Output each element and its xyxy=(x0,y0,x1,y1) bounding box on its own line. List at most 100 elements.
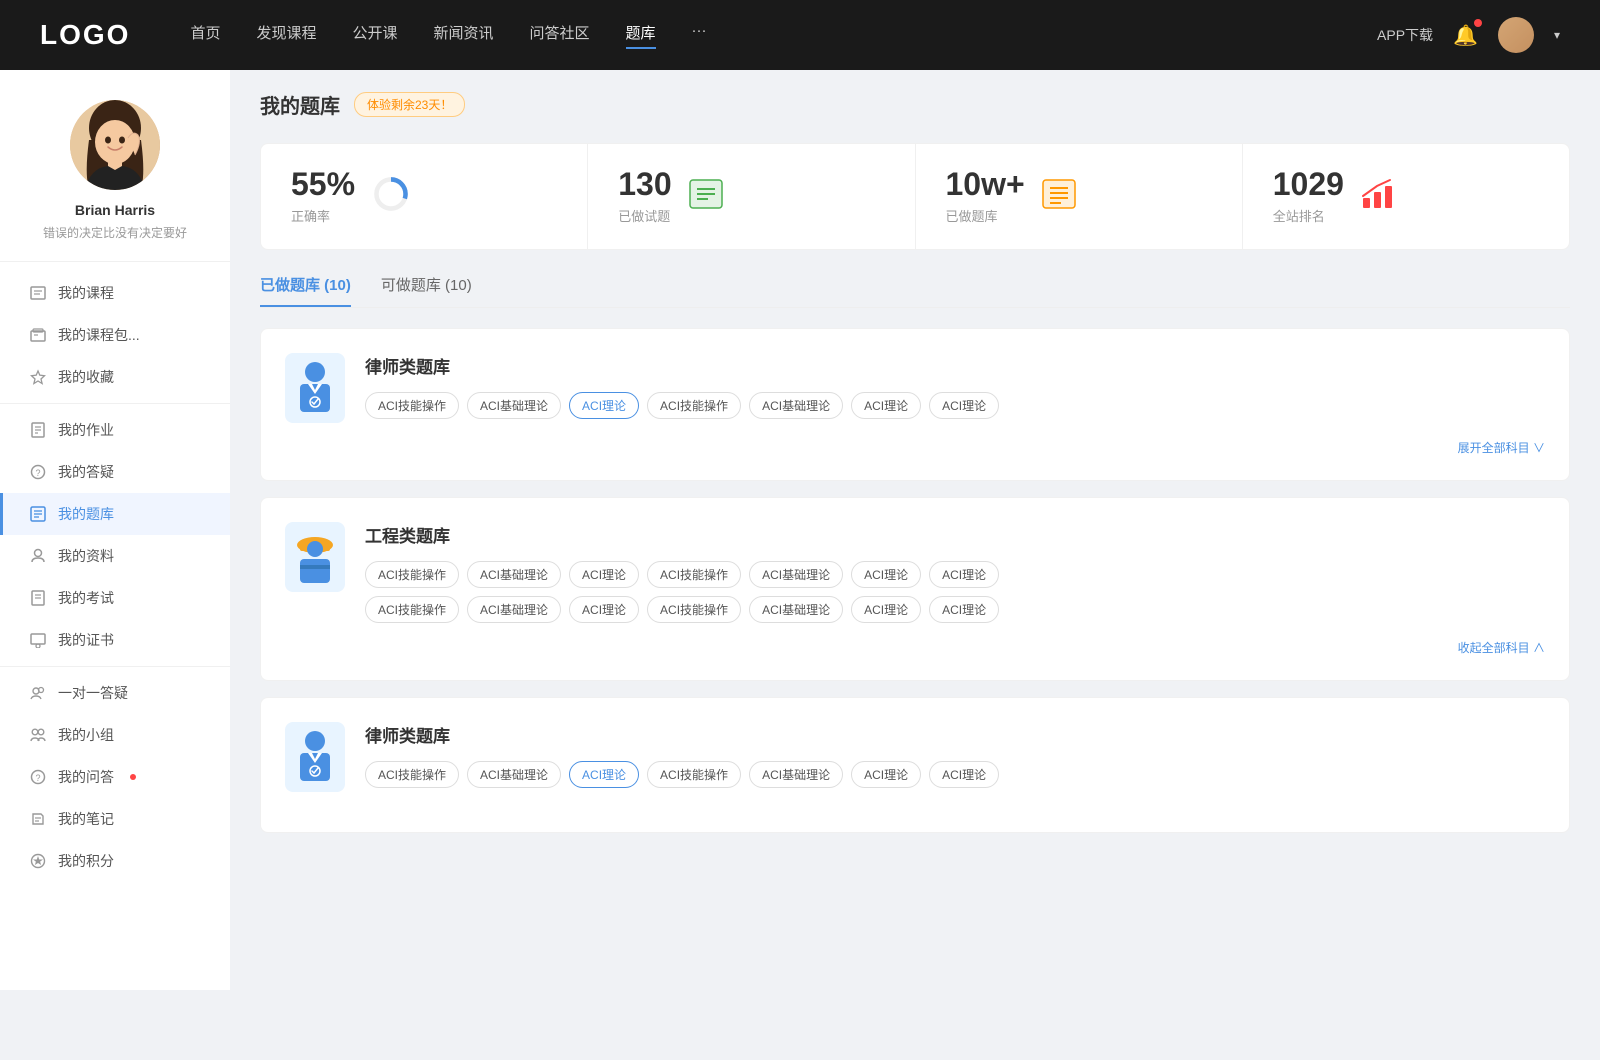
profile-avatar[interactable] xyxy=(70,100,160,190)
sidebar-item-points[interactable]: 我的积分 xyxy=(0,840,230,882)
qb-card-1-name: 律师类题库 xyxy=(365,353,1545,378)
stat-done-banks: 10w+ 已做题库 xyxy=(916,144,1243,249)
tag-1-2[interactable]: ACI基础理论 xyxy=(467,392,561,419)
page-title: 我的题库 xyxy=(260,90,340,119)
question-bank-icon xyxy=(30,506,46,522)
tag-2-13[interactable]: ACI理论 xyxy=(851,596,921,623)
sidebar-label-homework: 我的作业 xyxy=(58,420,114,440)
tag-2-2[interactable]: ACI基础理论 xyxy=(467,561,561,588)
sidebar-item-qa[interactable]: ? 我的答疑 xyxy=(0,451,230,493)
avatar-svg xyxy=(70,100,160,190)
tag-2-10[interactable]: ACI理论 xyxy=(569,596,639,623)
stat-rank-label: 全站排名 xyxy=(1273,206,1344,225)
nav-menu: 首页 发现课程 公开课 新闻资讯 问答社区 题库 ··· xyxy=(190,22,1377,49)
sidebar-item-course[interactable]: 我的课程 xyxy=(0,272,230,314)
sidebar-item-question-bank[interactable]: 我的题库 xyxy=(0,493,230,535)
tag-3-3[interactable]: ACI理论 xyxy=(569,761,639,788)
tag-2-9[interactable]: ACI基础理论 xyxy=(467,596,561,623)
sidebar-label-one-on-one: 一对一答疑 xyxy=(58,683,128,703)
nav-qa[interactable]: 问答社区 xyxy=(530,22,590,49)
sidebar: Brian Harris 错误的决定比没有决定要好 我的课程 我的课程包... xyxy=(0,70,230,990)
nav-home[interactable]: 首页 xyxy=(190,22,220,49)
tag-1-5[interactable]: ACI基础理论 xyxy=(749,392,843,419)
tag-1-6[interactable]: ACI理论 xyxy=(851,392,921,419)
homework-icon xyxy=(30,422,46,438)
tag-2-14[interactable]: ACI理论 xyxy=(929,596,999,623)
certificate-icon xyxy=(30,632,46,648)
tag-3-4[interactable]: ACI技能操作 xyxy=(647,761,741,788)
rank-icon xyxy=(1360,176,1396,217)
sidebar-item-group[interactable]: 我的小组 xyxy=(0,714,230,756)
stat-done-banks-label: 已做题库 xyxy=(946,206,1025,225)
qb-card-1-tags: ACI技能操作 ACI基础理论 ACI理论 ACI技能操作 ACI基础理论 AC… xyxy=(365,392,1545,419)
tag-1-1[interactable]: ACI技能操作 xyxy=(365,392,459,419)
tag-2-7[interactable]: ACI理论 xyxy=(929,561,999,588)
sidebar-label-exam: 我的考试 xyxy=(58,588,114,608)
qb-card-1: 律师类题库 ACI技能操作 ACI基础理论 ACI理论 ACI技能操作 ACI基… xyxy=(260,328,1570,481)
expand-link-1[interactable]: 展开全部科目 ∨ xyxy=(285,439,1545,456)
stat-done-questions-value: 130 xyxy=(618,168,671,200)
tab-available-banks[interactable]: 可做题库 (10) xyxy=(381,274,472,307)
tag-2-8[interactable]: ACI技能操作 xyxy=(365,596,459,623)
sidebar-divider-1 xyxy=(0,403,230,404)
notification-bell[interactable]: 🔔 xyxy=(1453,23,1478,48)
stat-rank-value: 1029 xyxy=(1273,168,1344,200)
avatar-chevron-icon[interactable]: ▾ xyxy=(1554,28,1560,42)
sidebar-item-exam[interactable]: 我的考试 xyxy=(0,577,230,619)
qb-header: 我的题库 体验剩余23天！ xyxy=(260,90,1570,119)
tag-2-4[interactable]: ACI技能操作 xyxy=(647,561,741,588)
bell-icon: 🔔 xyxy=(1453,25,1478,47)
qb-card-1-header: 律师类题库 ACI技能操作 ACI基础理论 ACI理论 ACI技能操作 ACI基… xyxy=(285,353,1545,423)
tag-1-7[interactable]: ACI理论 xyxy=(929,392,999,419)
sidebar-item-course-pack[interactable]: 我的课程包... xyxy=(0,314,230,356)
qb-card-2-tags-row1: ACI技能操作 ACI基础理论 ACI理论 ACI技能操作 ACI基础理论 AC… xyxy=(365,561,1545,588)
tag-3-5[interactable]: ACI基础理论 xyxy=(749,761,843,788)
sidebar-item-homework[interactable]: 我的作业 xyxy=(0,409,230,451)
tag-2-12[interactable]: ACI基础理论 xyxy=(749,596,843,623)
tag-1-3[interactable]: ACI理论 xyxy=(569,392,639,419)
app-download-link[interactable]: APP下载 xyxy=(1377,25,1433,45)
stat-accuracy-label: 正确率 xyxy=(291,206,355,225)
new-questions-dot xyxy=(130,774,136,780)
sidebar-label-group: 我的小组 xyxy=(58,725,114,745)
notes-icon xyxy=(30,811,46,827)
lawyer-icon xyxy=(290,358,340,418)
stat-rank: 1029 全站排名 xyxy=(1243,144,1569,249)
main-content: 我的题库 体验剩余23天！ 55% 正确率 xyxy=(230,70,1600,990)
collapse-link-2[interactable]: 收起全部科目 ∧ xyxy=(285,639,1545,656)
sidebar-item-profile-data[interactable]: 我的资料 xyxy=(0,535,230,577)
notification-badge xyxy=(1474,19,1482,27)
tag-2-3[interactable]: ACI理论 xyxy=(569,561,639,588)
sidebar-label-notes: 我的笔记 xyxy=(58,809,114,829)
sidebar-label-course-pack: 我的课程包... xyxy=(58,325,140,345)
sidebar-profile: Brian Harris 错误的决定比没有决定要好 xyxy=(0,100,230,262)
sidebar-item-notes[interactable]: 我的笔记 xyxy=(0,798,230,840)
sidebar-item-one-on-one[interactable]: 一对一答疑 xyxy=(0,672,230,714)
tag-3-7[interactable]: ACI理论 xyxy=(929,761,999,788)
tag-3-6[interactable]: ACI理论 xyxy=(851,761,921,788)
sidebar-item-certificate[interactable]: 我的证书 xyxy=(0,619,230,661)
sidebar-label-question-bank: 我的题库 xyxy=(58,504,114,524)
nav-news[interactable]: 新闻资讯 xyxy=(434,22,494,49)
tag-2-5[interactable]: ACI基础理论 xyxy=(749,561,843,588)
tab-done-banks[interactable]: 已做题库 (10) xyxy=(260,274,351,307)
tag-1-4[interactable]: ACI技能操作 xyxy=(647,392,741,419)
qb-card-1-icon-wrap xyxy=(285,353,345,423)
sidebar-item-my-questions[interactable]: ? 我的问答 xyxy=(0,756,230,798)
sidebar-item-favorites[interactable]: 我的收藏 xyxy=(0,356,230,398)
sidebar-label-favorites: 我的收藏 xyxy=(58,367,114,387)
avatar[interactable] xyxy=(1498,17,1534,53)
accuracy-chart-icon xyxy=(371,174,411,219)
nav-discover[interactable]: 发现课程 xyxy=(256,22,316,49)
tag-3-1[interactable]: ACI技能操作 xyxy=(365,761,459,788)
qb-card-2-icon-wrap xyxy=(285,522,345,592)
nav-open-course[interactable]: 公开课 xyxy=(352,22,397,49)
tag-2-6[interactable]: ACI理论 xyxy=(851,561,921,588)
exam-icon xyxy=(30,590,46,606)
nav-question-bank[interactable]: 题库 xyxy=(626,22,656,49)
nav-more[interactable]: ··· xyxy=(692,22,707,49)
tag-3-2[interactable]: ACI基础理论 xyxy=(467,761,561,788)
tag-2-1[interactable]: ACI技能操作 xyxy=(365,561,459,588)
qb-card-2-tags-row2: ACI技能操作 ACI基础理论 ACI理论 ACI技能操作 ACI基础理论 AC… xyxy=(365,596,1545,623)
tag-2-11[interactable]: ACI技能操作 xyxy=(647,596,741,623)
